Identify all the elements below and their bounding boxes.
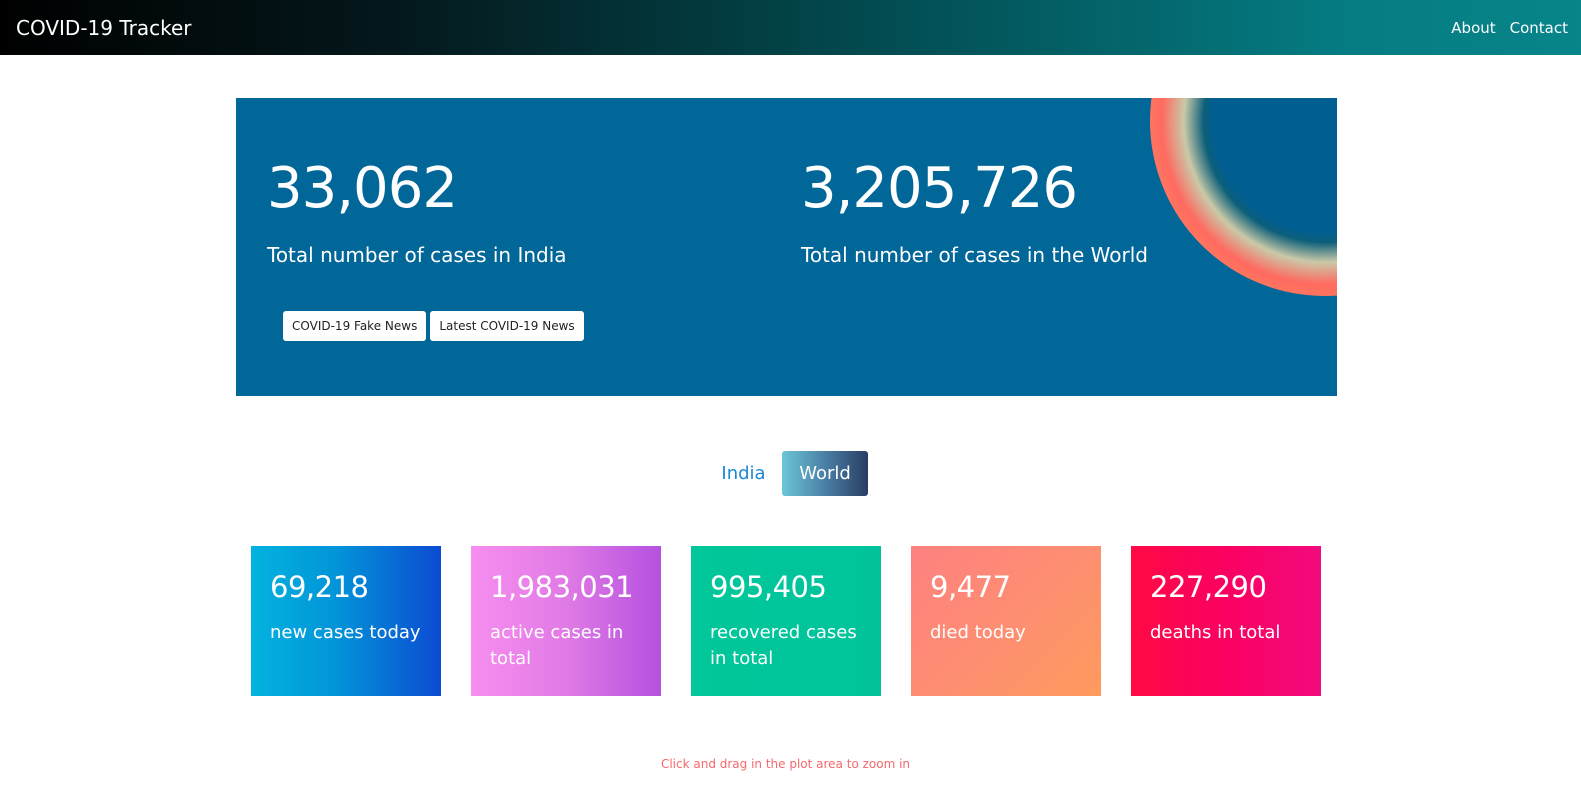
stat-label: new cases today [270,622,421,643]
decorative-ring [1150,98,1337,296]
stat-card-active-cases: 1,983,031 active cases in total [471,546,661,696]
toggle-india[interactable]: India [705,452,782,496]
stat-card-new-cases: 69,218 new cases today [251,546,441,696]
chart-zoom-hint: Click and drag in the plot area to zoom … [660,757,911,771]
world-total-cases: 3,205,726 [801,156,1078,221]
stat-value: 995,405 [710,570,827,604]
nav-link-contact[interactable]: Contact [1510,19,1568,37]
stat-label: deaths in total [1150,622,1281,643]
nav-link-about[interactable]: About [1451,19,1495,37]
stat-value: 9,477 [930,570,1011,604]
top-navbar: COVID-19 Tracker About Contact [0,0,1581,55]
stat-card-died-today: 9,477 died today [911,546,1101,696]
stat-label: died today [930,622,1026,643]
stat-value: 69,218 [270,570,369,604]
region-toggle: India World [705,451,868,496]
stat-label: active cases in total [490,622,624,669]
toggle-world[interactable]: World [782,451,868,496]
app-brand[interactable]: COVID-19 Tracker [16,16,192,40]
nav-links: About Contact [1451,19,1568,37]
world-total-label: Total number of cases in the World [801,243,1148,267]
hero-banner: 33,062 Total number of cases in India 3,… [236,98,1337,396]
latest-news-button[interactable]: Latest COVID-19 News [430,311,584,341]
stat-value: 227,290 [1150,570,1267,604]
india-total-cases: 33,062 [267,156,458,221]
stat-card-deaths-total: 227,290 deaths in total [1131,546,1321,696]
fake-news-button[interactable]: COVID-19 Fake News [283,311,427,341]
stat-value: 1,983,031 [490,570,634,604]
stat-label: recovered cases in total [710,622,857,669]
india-total-label: Total number of cases in India [267,243,567,267]
stats-cards: 69,218 new cases today 1,983,031 active … [251,546,1321,696]
stat-card-recovered: 995,405 recovered cases in total [691,546,881,696]
news-buttons: COVID-19 Fake News Latest COVID-19 News [283,311,584,341]
